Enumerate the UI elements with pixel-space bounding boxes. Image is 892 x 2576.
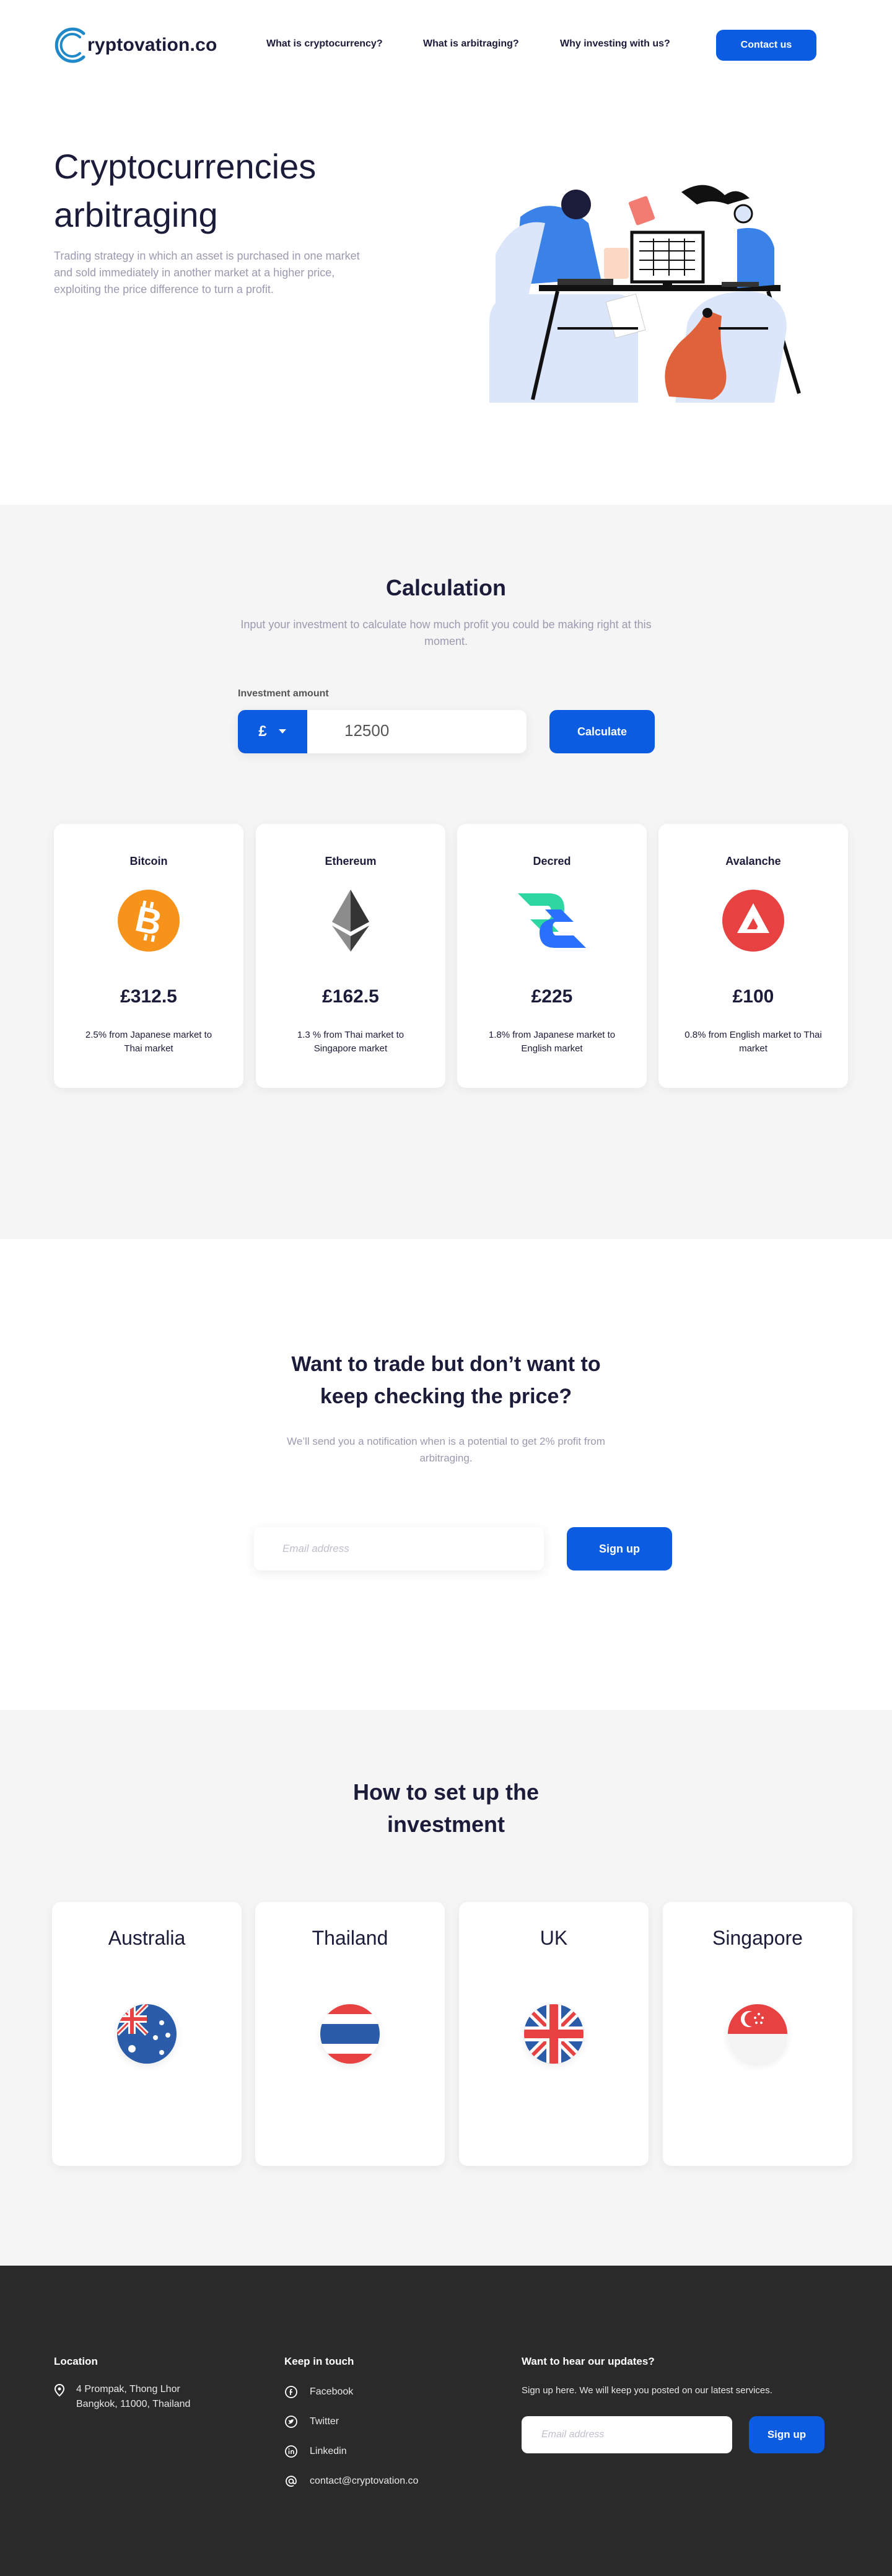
hero-title-line1: Cryptocurrencies	[54, 147, 317, 186]
country-name: Singapore	[712, 1927, 803, 1949]
nav-why-investing[interactable]: Why investing with us?	[560, 38, 670, 50]
nav-what-is-cryptocurrency[interactable]: What is cryptocurrency?	[266, 38, 383, 50]
notify-title: Want to trade but don’t want to keep che…	[0, 1348, 892, 1413]
crypto-name: Bitcoin	[129, 855, 168, 867]
country-card-thailand[interactable]: Thailand	[255, 1902, 445, 2166]
uk-flag-icon	[524, 2004, 584, 2064]
hero-title-line2: arbitraging	[54, 195, 218, 234]
currency-symbol: £	[258, 723, 267, 740]
address-line1: 4 Prompak, Thong Lhor	[76, 2384, 180, 2394]
calculation-subtitle: Input your investment to calculate how m…	[240, 618, 652, 647]
australia-flag-icon	[117, 2004, 177, 2064]
profit-amount: £225	[531, 986, 573, 1007]
email-at-icon	[286, 2476, 297, 2487]
footer-link-twitter[interactable]: Twitter	[310, 2414, 339, 2429]
singapore-flag-icon	[728, 2004, 787, 2064]
profit-description: 0.8% from English market to Thai market	[684, 1030, 822, 1054]
hero-subtitle: Trading strategy in which an asset is pu…	[54, 250, 360, 296]
country-name: Thailand	[312, 1927, 388, 1949]
crypto-card-ethereum: Ethereum £162.5 1.3 % from Thai market t…	[256, 824, 445, 1088]
footer-email-input[interactable]: Email address	[522, 2416, 732, 2453]
address-line2: Bangkok, 11000, Thailand	[76, 2399, 191, 2409]
calculation-title: Calculation	[385, 575, 507, 600]
hero-illustration	[477, 180, 811, 403]
notify-signup-button[interactable]: Sign up	[567, 1527, 672, 1571]
setup-title-line2: investment	[387, 1812, 505, 1837]
notify-subtitle: We’ll send you a notification when is a …	[287, 1435, 605, 1464]
bitcoin-icon: B	[116, 888, 181, 953]
profit-amount: £100	[732, 986, 774, 1007]
site-logo[interactable]: ryptovation.co	[54, 24, 217, 67]
setup-title-line1: How to set up the	[353, 1779, 539, 1805]
profit-amount: £162.5	[322, 986, 379, 1007]
location-pin-icon	[54, 2383, 65, 2397]
hero-title: Cryptocurrencies arbitraging	[54, 142, 426, 239]
footer-link-email[interactable]: contact@cryptovation.co	[310, 2474, 418, 2489]
site-header: ryptovation.co What is cryptocurrency? W…	[0, 0, 892, 93]
logo-text: ryptovation.co	[87, 35, 217, 55]
footer-location-title: Location	[54, 2355, 98, 2367]
avalanche-icon	[721, 888, 785, 953]
footer-signup-button[interactable]: Sign up	[749, 2416, 824, 2453]
investment-input-group: £ 12500	[238, 710, 527, 753]
investment-amount-input[interactable]: 12500	[344, 721, 389, 740]
notify-title-line1: Want to trade but don’t want to	[291, 1352, 601, 1376]
profit-description: 1.3 % from Thai market to Singapore mark…	[297, 1030, 404, 1054]
footer-updates-text: Sign up here. We will keep you posted on…	[522, 2385, 772, 2396]
crypto-name: Ethereum	[325, 855, 377, 867]
country-card-singapore[interactable]: Singapore	[663, 1902, 852, 2166]
facebook-icon	[285, 2386, 297, 2398]
notify-title-line2: keep checking the price?	[320, 1385, 572, 1408]
decred-icon	[512, 888, 592, 953]
currency-select[interactable]: £	[238, 710, 307, 753]
contact-us-button[interactable]: Contact us	[716, 30, 816, 61]
nav-what-is-arbitraging[interactable]: What is arbitraging?	[423, 38, 519, 50]
footer-keep-in-touch-title: Keep in touch	[284, 2355, 354, 2367]
chevron-down-icon	[278, 729, 286, 734]
investment-amount-label: Investment amount	[238, 688, 329, 699]
profit-amount: £312.5	[120, 986, 177, 1007]
notify-email-input[interactable]: Email address	[254, 1527, 544, 1571]
setup-title: How to set up the investment	[0, 1776, 892, 1841]
crypto-card-decred: Decred £225 1.8% from Japanese market to…	[457, 824, 647, 1088]
crypto-name: Decred	[533, 855, 571, 867]
footer-updates-title: Want to hear our updates?	[522, 2355, 655, 2367]
country-card-uk[interactable]: UK	[459, 1902, 649, 2166]
calculate-button[interactable]: Calculate	[549, 710, 655, 753]
profit-description: 2.5% from Japanese market to Thai market	[85, 1030, 212, 1054]
country-name: Australia	[108, 1927, 186, 1949]
profit-description: 1.8% from Japanese market to English mar…	[488, 1030, 616, 1054]
footer-address: 4 Prompak, Thong Lhor Bangkok, 11000, Th…	[76, 2382, 190, 2412]
email-placeholder: Email address	[282, 1543, 349, 1554]
crypto-card-avalanche: Avalanche £100 0.8% from English market …	[658, 824, 848, 1088]
footer-link-facebook[interactable]: Facebook	[310, 2385, 353, 2399]
logo-c-icon	[54, 25, 91, 66]
footer-email-placeholder: Email address	[541, 2429, 605, 2440]
crypto-card-bitcoin: Bitcoin B £312.5 2.5% from Japanese mark…	[54, 824, 243, 1088]
site-footer: Location 4 Prompak, Thong Lhor Bangkok, …	[0, 2266, 892, 2576]
country-card-australia[interactable]: Australia	[52, 1902, 242, 2166]
ethereum-icon	[318, 888, 383, 953]
twitter-icon	[285, 2416, 297, 2428]
footer-link-linkedin[interactable]: Linkedin	[310, 2444, 347, 2459]
country-name: UK	[540, 1927, 568, 1949]
thailand-flag-icon	[320, 2004, 380, 2064]
linkedin-icon	[285, 2445, 297, 2458]
crypto-name: Avalanche	[725, 855, 781, 867]
